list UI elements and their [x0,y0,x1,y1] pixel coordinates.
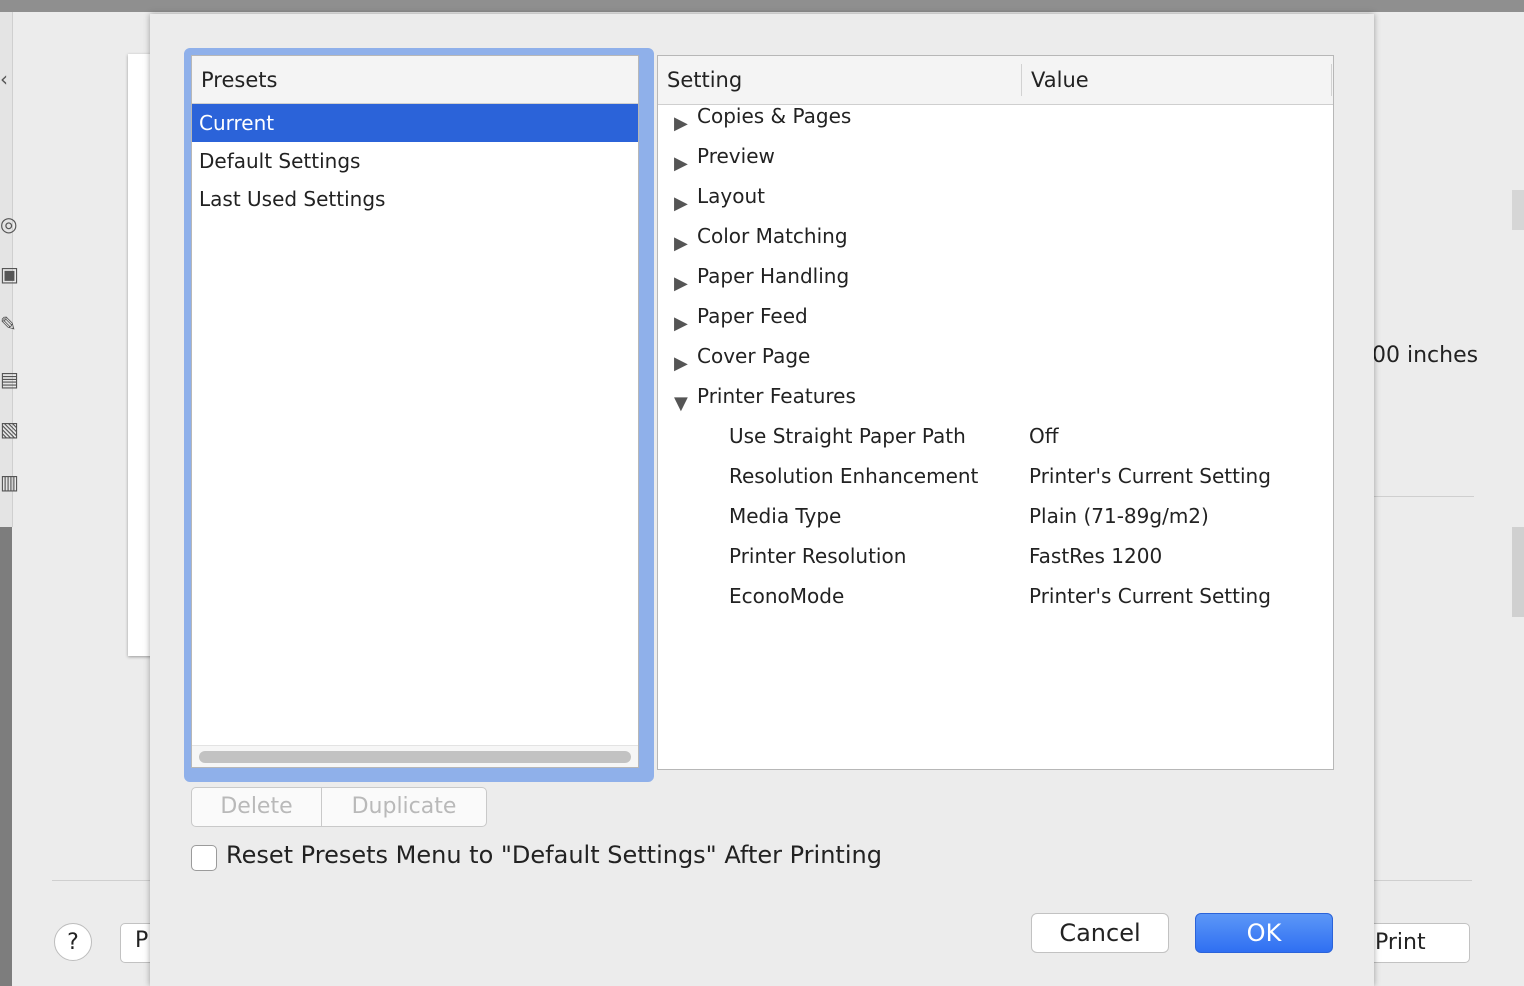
presets-sheet: Presets Current Default Settings Last Used… [150,14,1374,986]
disclosure-expanded-icon[interactable]: ▼ [674,384,688,424]
disclosure-collapsed-icon[interactable]: ▶ [674,224,688,264]
reset-presets-label[interactable]: Reset Presets Menu to "Default Settings"… [226,841,882,869]
presets-rows: Current Default Settings Last Used Setting… [192,104,638,218]
section-label: Preview [697,144,775,168]
column-divider[interactable] [1021,64,1022,96]
scrollbar-thumb[interactable] [199,751,631,763]
feature-setting: Media Type [729,504,842,528]
feature-setting: Printer Resolution [729,544,907,568]
disclosure-collapsed-icon[interactable]: ▶ [674,144,688,184]
feature-setting: Resolution Enhancement [729,464,979,488]
section-label: Cover Page [697,344,811,368]
sidebar-icon: ▤ [0,367,19,391]
background-right-field [1512,527,1524,617]
column-divider [1331,64,1332,96]
sidebar-icon: ▥ [0,470,19,494]
background-preview-area [0,527,12,986]
section-label: Copies & Pages [697,104,852,128]
preset-action-buttons: Delete Duplicate [191,787,487,827]
disclosure-collapsed-icon[interactable]: ▶ [674,104,688,144]
duplicate-button[interactable]: Duplicate [322,788,486,826]
disclosure-collapsed-icon[interactable]: ▶ [674,264,688,304]
paper-size-text: 00 inches [1372,343,1479,368]
section-label: Printer Features [697,384,856,408]
delete-button[interactable]: Delete [192,788,322,826]
disclosure-collapsed-icon[interactable]: ▶ [674,344,688,384]
preset-item[interactable]: Default Settings [192,142,638,180]
background-right-panel [1374,12,1524,986]
sidebar-icon: ▧ [0,417,19,441]
presets-list[interactable]: Presets Current Default Settings Last Used… [191,55,639,768]
presets-header: Presets [192,56,638,104]
feature-setting: Use Straight Paper Path [729,424,966,448]
reset-presets-checkbox[interactable] [191,845,217,871]
section-label: Color Matching [697,224,848,248]
help-button[interactable]: ? [54,923,92,961]
section-label: Paper Feed [697,304,808,328]
background-right-field [1512,190,1524,230]
sidebar-icon: ◎ [0,212,18,236]
disclosure-collapsed-icon[interactable]: ▶ [674,184,688,224]
background-titlebar [0,0,1524,12]
presets-horizontal-scrollbar[interactable] [192,745,638,767]
section-label: Layout [697,184,765,208]
column-header-value[interactable]: Value [1031,56,1089,104]
feature-value: FastRes 1200 [1029,544,1163,568]
print-button[interactable]: Print [1360,923,1470,963]
preset-item[interactable]: Last Used Settings [192,180,638,218]
feature-setting: EconoMode [729,584,845,608]
settings-rows: ▶ Copies & Pages ▶ Preview ▶ Layout ▶ Color Mat… [658,104,1333,624]
section-label: Paper Handling [697,264,850,288]
disclosure-collapsed-icon[interactable]: ▶ [674,304,688,344]
background-sidebar: ‹ ◎ ▣ ✎ ▤ ▧ ▥ [0,12,19,527]
feature-value: Printer's Current Setting [1029,464,1271,488]
feature-value: Off [1029,424,1059,448]
feature-value: Printer's Current Setting [1029,584,1271,608]
sidebar-icon: ▣ [0,262,19,286]
background-divider [1374,496,1474,497]
sidebar-icon: ✎ [0,312,17,336]
ok-button[interactable]: OK [1195,913,1333,953]
back-chevron-icon: ‹ [0,67,8,91]
settings-table: Setting Value ▶ Copies & Pages ▶ Preview ▶ La… [657,55,1334,770]
preset-item[interactable]: Current [192,104,638,142]
feature-value: Plain (71-89g/m2) [1029,504,1209,528]
cancel-button[interactable]: Cancel [1031,913,1169,953]
feature-row[interactable]: EconoMode Printer's Current Setting [658,584,1333,624]
